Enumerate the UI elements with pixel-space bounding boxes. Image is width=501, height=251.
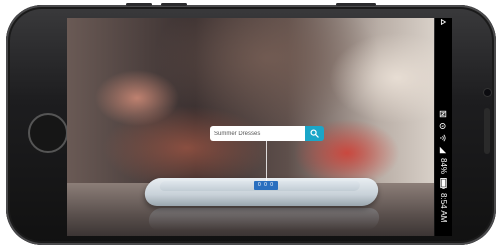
device-tag-label: 0 0 0 [257, 182, 275, 188]
nfc-icon [440, 110, 448, 118]
volume-up-button [126, 3, 152, 6]
power-button [336, 3, 376, 6]
status-bar: 84% 8:54 AM [435, 18, 452, 236]
search-bar [210, 126, 324, 141]
battery-icon [440, 178, 447, 189]
clock: 8:54 AM [439, 193, 448, 223]
search-connector-line [266, 141, 267, 181]
signal-icon [440, 146, 448, 154]
phone-screen: 0 0 0 [67, 18, 434, 236]
device-reflection [147, 208, 381, 230]
status-bar-content: 84% 8:54 AM [435, 18, 452, 236]
search-input[interactable] [210, 126, 305, 141]
device-tag: 0 0 0 [254, 181, 278, 190]
volume-down-button [161, 3, 187, 6]
front-camera [484, 89, 491, 96]
notification-icon [440, 18, 448, 26]
alarm-icon [440, 122, 448, 130]
wifi-icon [440, 134, 448, 142]
magnifier-icon [310, 129, 319, 138]
earpiece [484, 108, 490, 154]
battery-percentage: 84% [439, 158, 448, 175]
home-button[interactable] [28, 113, 68, 153]
search-button[interactable] [305, 126, 324, 141]
